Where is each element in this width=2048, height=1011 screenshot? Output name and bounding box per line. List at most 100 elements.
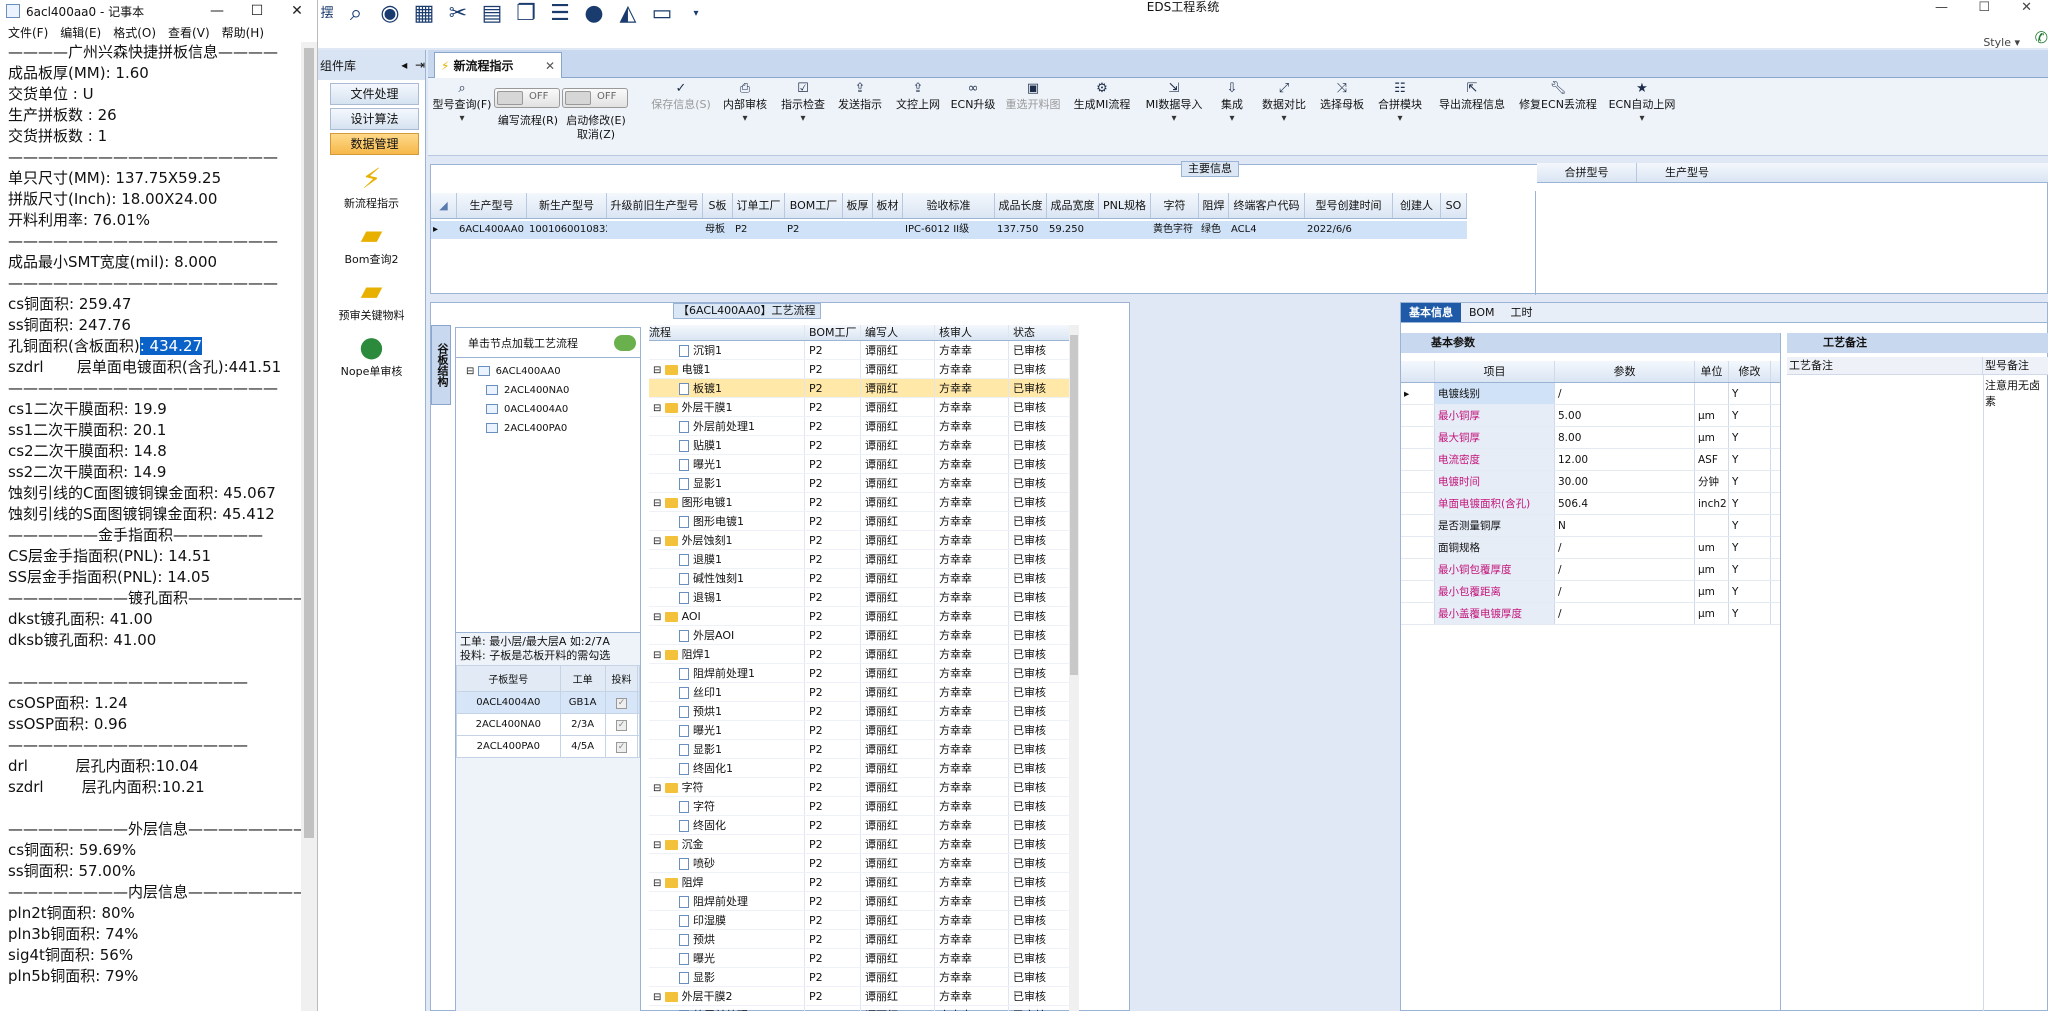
column-header[interactable]: 升级前旧生产型号: [607, 193, 703, 218]
app-close-icon[interactable]: ✕: [2021, 0, 2032, 15]
table-row[interactable]: 2ACL400PA0 4/5A ✓: [456, 735, 640, 758]
column-header[interactable]: S板: [703, 193, 733, 218]
flow-row[interactable]: ⊟ 字符 P2 谭丽红 方幸幸 已审核: [649, 778, 1079, 797]
splitter[interactable]: [1535, 191, 1536, 295]
ecn-auto-online-button[interactable]: ★ ECN自动上网 ▾: [1604, 82, 1680, 126]
flow-row[interactable]: 丝印1 P2 谭丽红 方幸幸 已审核: [649, 683, 1079, 702]
flow-row[interactable]: 喷砂 P2 谭丽红 方幸幸 已审核: [649, 854, 1079, 873]
nav-file-processing[interactable]: 文件处理: [330, 83, 419, 105]
param-row[interactable]: 是否测量铜厚 N Y: [1401, 515, 1780, 537]
select-all-icon[interactable]: ◢: [431, 193, 457, 218]
column-header[interactable]: 生产型号: [457, 193, 527, 218]
flow-row[interactable]: 终固化1 P2 谭丽红 方幸幸 已审核: [649, 759, 1079, 778]
column-header[interactable]: 阻焊: [1199, 193, 1229, 218]
minimize-icon[interactable]: —: [197, 3, 237, 19]
menu-format[interactable]: 格式(O): [113, 24, 156, 41]
expand-toggle-icon[interactable]: ⊟: [653, 365, 665, 376]
fix-ecn-flow-button[interactable]: 🔧︎ 修复ECN丢流程: [1516, 82, 1600, 112]
tab-work-hours[interactable]: 工时: [1503, 303, 1541, 322]
merge-module-button[interactable]: ☷ 合拼模块 ▾: [1372, 82, 1428, 126]
model-remark-value[interactable]: 注意用无卤素: [1985, 377, 2048, 409]
expand-toggle-icon[interactable]: ⊟: [653, 878, 665, 889]
flow-row[interactable]: 预烘 P2 谭丽红 方幸幸 已审核: [649, 930, 1079, 949]
column-header[interactable]: 创建人: [1393, 193, 1441, 218]
flow-row[interactable]: 碱性蚀刻1 P2 谭丽红 方幸幸 已审核: [649, 569, 1079, 588]
notepad-scrollbar[interactable]: [301, 42, 317, 1011]
ecn-upgrade-button[interactable]: ∞ ECN升级: [948, 82, 998, 112]
nav-item-bom-query[interactable]: ▰ Bom查询2: [318, 219, 425, 267]
param-row[interactable]: 面铜规格 / um Y: [1401, 537, 1780, 559]
param-row[interactable]: 最大铜厚 8.00 μm Y: [1401, 427, 1780, 449]
param-row[interactable]: ▸ 电镀线别 / Y: [1401, 383, 1780, 405]
phone-icon[interactable]: ✆: [2035, 28, 2048, 47]
scrollbar-thumb[interactable]: [1070, 335, 1078, 675]
flow-row[interactable]: 阻焊前处理 P2 谭丽红 方幸幸 已审核: [649, 892, 1079, 911]
flow-row[interactable]: ⊟ 外层干膜2 P2 谭丽红 方幸幸 已审核: [649, 987, 1079, 1006]
flow-row[interactable]: 显影1 P2 谭丽红 方幸幸 已审核: [649, 740, 1079, 759]
column-header[interactable]: 验收标准: [903, 193, 995, 218]
flow-row[interactable]: ⊟ 电镀1 P2 谭丽红 方幸幸 已审核: [649, 360, 1079, 379]
column-header[interactable]: BOM工厂: [785, 193, 843, 218]
tree-node[interactable]: 0ACL4004A0: [456, 400, 640, 419]
menu-edit[interactable]: 编辑(E): [60, 24, 101, 41]
flow-row[interactable]: 阻焊前处理1 P2 谭丽红 方幸幸 已审核: [649, 664, 1079, 683]
instruction-check-button[interactable]: ☑ 指示检查 ▾: [776, 82, 830, 126]
expand-toggle-icon[interactable]: ⊟: [653, 403, 665, 414]
nav-design-algorithm[interactable]: 设计算法: [330, 108, 419, 130]
flow-row[interactable]: 预烘1 P2 谭丽红 方幸幸 已审核: [649, 702, 1079, 721]
tab-basic-info[interactable]: 基本信息: [1401, 303, 1461, 322]
tree-node[interactable]: 2ACL400NA0: [456, 381, 640, 400]
model-query-button[interactable]: ⌕ 型号查询(F) ▾: [432, 82, 492, 126]
expand-toggle-icon[interactable]: ⊟: [653, 536, 665, 547]
column-header[interactable]: 型号创建时间: [1305, 193, 1393, 218]
column-header[interactable]: 成品宽度: [1047, 193, 1099, 218]
expand-toggle-icon[interactable]: ⊟: [653, 992, 665, 1003]
flow-row[interactable]: ⊟ 外层蚀刻1 P2 谭丽红 方幸幸 已审核: [649, 531, 1079, 550]
export-flow-info-button[interactable]: ⇱ 导出流程信息: [1432, 82, 1512, 112]
flow-row[interactable]: 沉铜1 P2 谭丽红 方幸幸 已审核: [649, 341, 1079, 360]
write-flow-toggle[interactable]: OFF: [494, 88, 560, 108]
column-header[interactable]: SO: [1441, 193, 1467, 218]
send-instruction-button[interactable]: ⇪ 发送指示: [832, 82, 888, 112]
data-compare-button[interactable]: ⤢ 数据对比 ▾: [1256, 82, 1312, 126]
flow-row[interactable]: 曝光 P2 谭丽红 方幸幸 已审核: [649, 949, 1079, 968]
menu-help[interactable]: 帮助(H): [222, 24, 264, 41]
param-row[interactable]: 电流密度 12.00 ASF Y: [1401, 449, 1780, 471]
app-maximize-icon[interactable]: ☐: [1978, 0, 1990, 15]
nav-item-prereview[interactable]: ▰ 预审关键物料: [318, 275, 425, 323]
generate-mi-flow-button[interactable]: ⚙ 生成MI流程: [1068, 82, 1136, 112]
column-header[interactable]: 字符: [1151, 193, 1199, 218]
save-info-button[interactable]: ✓ 保存信息(S): [648, 82, 714, 112]
expand-toggle-icon[interactable]: ⊟: [653, 612, 665, 623]
flow-row[interactable]: 字符 P2 谭丽红 方幸幸 已审核: [649, 797, 1079, 816]
board-structure-tab[interactable]: 谷板结构: [431, 325, 451, 405]
close-tab-icon[interactable]: ✕: [545, 59, 555, 73]
flow-scrollbar[interactable]: [1069, 325, 1079, 1011]
flow-row[interactable]: 显影 P2 谭丽红 方幸幸 已审核: [649, 968, 1079, 987]
flow-row[interactable]: ⊟ 阻焊1 P2 谭丽红 方幸幸 已审核: [649, 645, 1079, 664]
table-row[interactable]: 2ACL400NA0 2/3A ✓: [456, 713, 640, 736]
flow-row[interactable]: ⊟ 阻焊 P2 谭丽红 方幸幸 已审核: [649, 873, 1079, 892]
style-dropdown[interactable]: Style ▾: [1983, 36, 2020, 49]
doc-control-online-button[interactable]: ⇪ 文控上网: [890, 82, 946, 112]
table-row[interactable]: 0ACL4004A0 GB1A ✓: [456, 691, 640, 714]
param-row[interactable]: 最小盖覆电镀厚度 / μm Y: [1401, 603, 1780, 625]
feed-checkbox[interactable]: ✓: [616, 719, 627, 731]
reselect-cutting-button[interactable]: ▣ 重选开料图: [1000, 82, 1066, 112]
param-row[interactable]: 最小包覆距离 / μm Y: [1401, 581, 1780, 603]
nav-item-nope-review[interactable]: ● Nope单审核: [318, 331, 425, 379]
column-header[interactable]: 板材: [873, 193, 903, 218]
table-row[interactable]: ▸ 6ACL400AA0 10010600108324 母板 P2 P2 IPC-6012 …: [431, 221, 1467, 239]
integrate-button[interactable]: ⇩ 集成 ▾: [1210, 82, 1254, 126]
flow-row[interactable]: ⊟ AOI P2 谭丽红 方幸幸 已审核: [649, 607, 1079, 626]
flow-row[interactable]: ⊟ 外层干膜1 P2 谭丽红 方幸幸 已审核: [649, 398, 1079, 417]
menu-file[interactable]: 文件(F): [8, 24, 48, 41]
flow-row[interactable]: 退锡1 P2 谭丽红 方幸幸 已审核: [649, 588, 1079, 607]
flow-row[interactable]: 图形电镀1 P2 谭丽红 方幸幸 已审核: [649, 512, 1079, 531]
flow-row[interactable]: 板镀1 P2 谭丽红 方幸幸 已审核: [649, 379, 1079, 398]
flow-row[interactable]: 终固化 P2 谭丽红 方幸幸 已审核: [649, 816, 1079, 835]
menu-view[interactable]: 查看(V): [168, 24, 210, 41]
nav-data-management[interactable]: 数据管理: [330, 133, 419, 155]
app-minimize-icon[interactable]: —: [1935, 0, 1948, 15]
flow-row[interactable]: 印湿膜 P2 谭丽红 方幸幸 已审核: [649, 911, 1079, 930]
